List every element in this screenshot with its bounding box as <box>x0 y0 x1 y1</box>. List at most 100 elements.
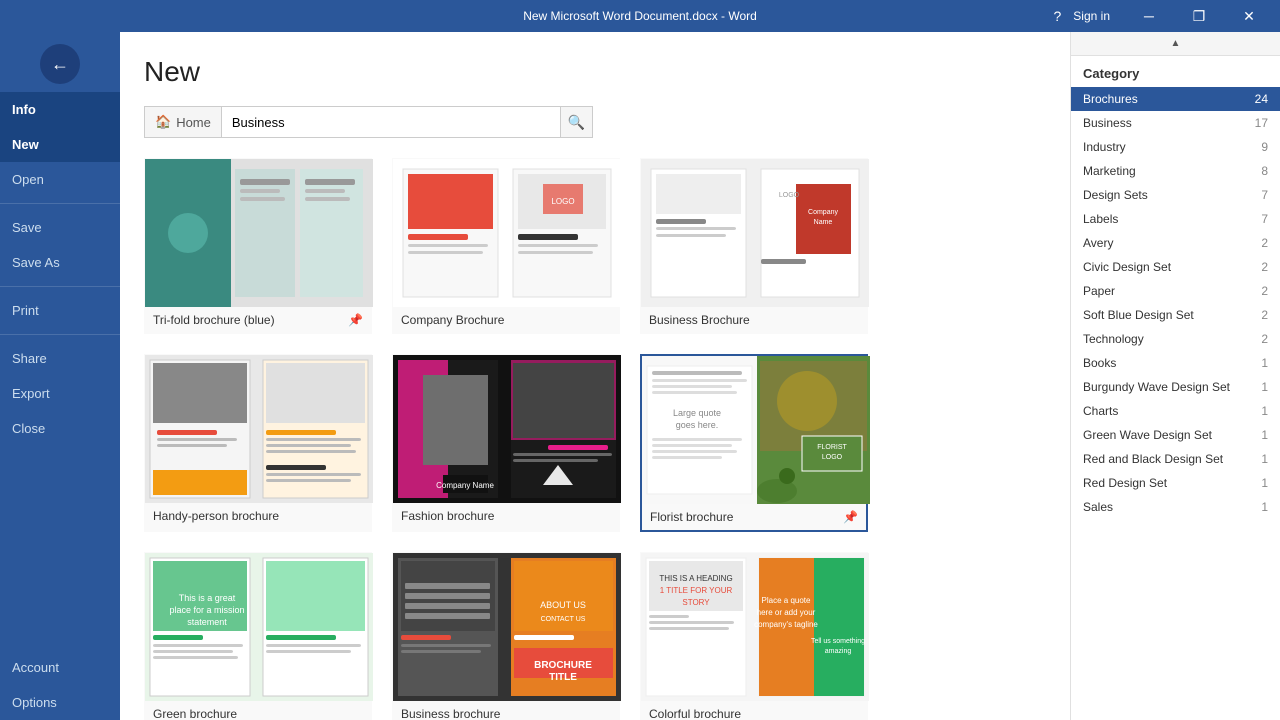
svg-text:LOGO: LOGO <box>779 192 800 199</box>
sidebar-item-open[interactable]: Open <box>0 162 120 197</box>
category-count: 1 <box>1261 452 1268 466</box>
sidebar-item-save[interactable]: Save <box>0 210 120 245</box>
category-item-designSets[interactable]: Design Sets7 <box>1071 183 1280 207</box>
sidebar: ← Info New Open Save Save As Print Share… <box>0 32 120 720</box>
sidebar-item-export[interactable]: Export <box>0 376 120 411</box>
sidebar-item-print[interactable]: Print <box>0 293 120 328</box>
category-count: 1 <box>1261 476 1268 490</box>
category-item-charts[interactable]: Charts1 <box>1071 399 1280 423</box>
home-icon: 🏠 <box>155 114 171 130</box>
category-item-labels[interactable]: Labels7 <box>1071 207 1280 231</box>
app-body: ← Info New Open Save Save As Print Share… <box>0 32 1280 720</box>
sidebar-item-options[interactable]: Options <box>0 685 120 720</box>
right-panel: ▲ Category Brochures24Business17Industry… <box>1070 32 1280 720</box>
category-list: Brochures 24 Business17 Industry 9 Marketing 8… <box>1071 87 1280 519</box>
svg-text:BROCHURE: BROCHURE <box>534 660 592 671</box>
category-label: Industry <box>1083 140 1126 154</box>
category-item-technology[interactable]: Technology2 <box>1071 327 1280 351</box>
category-count: 1 <box>1261 428 1268 442</box>
category-item-sales[interactable]: Sales1 <box>1071 495 1280 519</box>
sidebar-item-info[interactable]: Info <box>0 92 120 127</box>
home-link[interactable]: 🏠 Home <box>144 106 221 138</box>
svg-text:THIS IS A HEADING: THIS IS A HEADING <box>659 574 732 583</box>
category-item-civicDesignSet[interactable]: Civic Design Set2 <box>1071 255 1280 279</box>
category-item-redAndBlackDesignSet[interactable]: Red and Black Design Set1 <box>1071 447 1280 471</box>
search-button[interactable]: 🔍 <box>561 106 593 138</box>
templates-grid: Tri-fold brochure (blue) 📌 <box>144 158 1046 720</box>
close-button[interactable]: ✕ <box>1226 0 1272 32</box>
template-card-company[interactable]: LOGO Company Brochure <box>392 158 620 334</box>
svg-text:LOGO: LOGO <box>822 454 843 461</box>
svg-text:Company: Company <box>808 209 838 216</box>
category-item-paper[interactable]: Paper2 <box>1071 279 1280 303</box>
category-item-marketing[interactable]: Marketing 8 <box>1071 159 1280 183</box>
category-count: 17 <box>1255 116 1268 130</box>
template-card-florist[interactable]: Large quote goes here. <box>640 354 868 532</box>
template-card-keyboard[interactable]: ABOUT US CONTACT US BROCHURE TITLE Busin… <box>392 552 620 720</box>
svg-text:statement: statement <box>187 617 227 627</box>
category-count: 2 <box>1261 332 1268 346</box>
svg-text:STORY: STORY <box>682 598 710 607</box>
search-input[interactable] <box>221 106 561 138</box>
template-label-florist: Florist brochure 📌 <box>642 504 866 530</box>
category-item-industry[interactable]: Industry 9 <box>1071 135 1280 159</box>
category-item-avery[interactable]: Avery 2 <box>1071 231 1280 255</box>
template-label-company: Company Brochure <box>393 307 619 333</box>
template-card-handy[interactable]: Handy-person brochure <box>144 354 372 532</box>
back-button[interactable]: ← <box>40 44 80 84</box>
category-item-books[interactable]: Books 1 <box>1071 351 1280 375</box>
category-label: Design Sets <box>1083 188 1148 202</box>
sidebar-item-save-as[interactable]: Save As <box>0 245 120 280</box>
category-label: Brochures <box>1083 92 1138 106</box>
template-card-fashion[interactable]: Company Name Fashi <box>392 354 620 532</box>
sidebar-item-new[interactable]: New <box>0 127 120 162</box>
sidebar-item-account[interactable]: Account <box>0 650 120 685</box>
category-count: 24 <box>1255 92 1268 106</box>
scroll-up-button[interactable]: ▲ <box>1071 32 1280 56</box>
svg-text:Place a quote: Place a quote <box>762 596 811 605</box>
svg-text:company's tagline: company's tagline <box>754 620 818 629</box>
sign-in-link[interactable]: Sign in <box>1073 9 1110 23</box>
category-header: Category <box>1071 56 1280 87</box>
category-label: Books <box>1083 356 1116 370</box>
category-item-brochures[interactable]: Brochures 24 <box>1071 87 1280 111</box>
category-label: Marketing <box>1083 164 1136 178</box>
category-count: 8 <box>1261 164 1268 178</box>
help-icon[interactable]: ? <box>1054 8 1062 24</box>
category-count: 9 <box>1261 140 1268 154</box>
category-count: 2 <box>1261 260 1268 274</box>
category-label: Charts <box>1083 404 1118 418</box>
category-count: 1 <box>1261 356 1268 370</box>
template-card-orange[interactable]: THIS IS A HEADING 1 TITLE FOR YOUR STORY… <box>640 552 868 720</box>
template-label-keyboard: Business brochure <box>393 701 619 720</box>
category-item-softBlueDesignSet[interactable]: Soft Blue Design Set2 <box>1071 303 1280 327</box>
category-item-greenWaveDesignSet[interactable]: Green Wave Design Set1 <box>1071 423 1280 447</box>
template-label-green: Green brochure <box>145 701 371 720</box>
template-card-green[interactable]: This is a great place for a mission stat… <box>144 552 372 720</box>
category-count: 2 <box>1261 236 1268 250</box>
minimize-button[interactable]: ─ <box>1126 0 1172 32</box>
svg-text:Name: Name <box>814 219 833 226</box>
category-item-burgundyWaveDesignSet[interactable]: Burgundy Wave Design Set1 <box>1071 375 1280 399</box>
svg-text:TITLE: TITLE <box>549 672 577 683</box>
category-count: 2 <box>1261 284 1268 298</box>
search-bar: 🏠 Home 🔍 <box>144 106 1046 138</box>
template-label-handy: Handy-person brochure <box>145 503 371 529</box>
template-label-fashion: Fashion brochure <box>393 503 619 529</box>
sidebar-item-close[interactable]: Close <box>0 411 120 446</box>
maximize-button[interactable]: ❐ <box>1176 0 1222 32</box>
main-content: New 🏠 Home 🔍 <box>120 32 1070 720</box>
svg-text:ABOUT US: ABOUT US <box>540 600 586 610</box>
template-label-business: Business Brochure <box>641 307 867 333</box>
template-card-business[interactable]: Company Name LOGO Business Brochure <box>640 158 868 334</box>
category-item-business[interactable]: Business17 <box>1071 111 1280 135</box>
svg-text:Company Name: Company Name <box>436 481 494 490</box>
templates-scroll[interactable]: Tri-fold brochure (blue) 📌 <box>144 158 1054 720</box>
category-label: Avery <box>1083 236 1113 250</box>
category-count: 2 <box>1261 308 1268 322</box>
template-card-trifold[interactable]: Tri-fold brochure (blue) 📌 <box>144 158 372 334</box>
sidebar-item-share[interactable]: Share <box>0 341 120 376</box>
category-scroll[interactable]: Category Brochures 24 Business17 Industry 9 M… <box>1071 56 1280 720</box>
category-label: Sales <box>1083 500 1113 514</box>
category-item-redDesignSet[interactable]: Red Design Set1 <box>1071 471 1280 495</box>
